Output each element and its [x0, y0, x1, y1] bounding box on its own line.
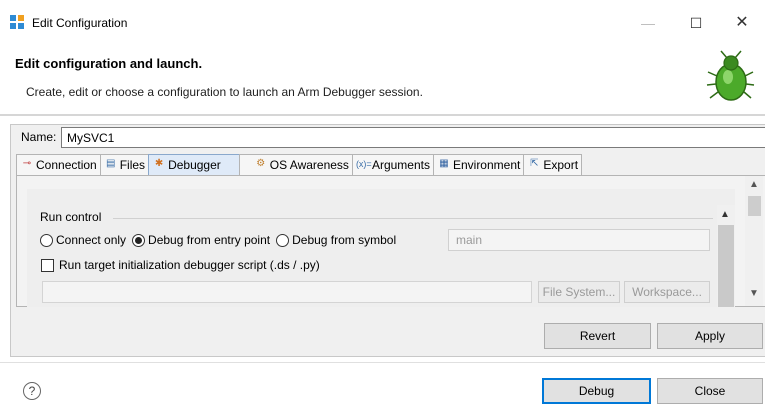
bug-icon: [706, 50, 755, 101]
window-title: Edit Configuration: [32, 16, 128, 30]
revert-button[interactable]: Revert: [544, 323, 651, 349]
script-path-field[interactable]: [42, 281, 532, 303]
tab-label: OS Awareness: [269, 158, 349, 172]
connect-only-radio[interactable]: Connect only: [40, 233, 126, 247]
tab-label: Environment: [452, 158, 521, 172]
debug-button[interactable]: Debug: [542, 378, 651, 404]
header-title: Edit configuration and launch.: [15, 56, 203, 71]
tab-os-awareness[interactable]: ⚙ OS Awareness: [238, 154, 353, 175]
os-awareness-icon: ⚙: [256, 158, 266, 169]
tab-arguments[interactable]: (x)= Arguments: [351, 154, 434, 175]
inner-scroll-up-icon[interactable]: ▲: [720, 209, 730, 220]
header-description: Create, edit or choose a configuration t…: [26, 85, 423, 99]
tab-label: Files: [119, 158, 146, 172]
group-divider: [113, 218, 713, 219]
inner-scrollbar-thumb[interactable]: [718, 225, 734, 307]
tab-bar: ⊸ Connection ▤ Files ✱ Debugger ⚙ OS Awa…: [16, 154, 583, 175]
export-icon: ⇱: [530, 158, 539, 169]
tab-debugger[interactable]: ✱ Debugger: [148, 154, 240, 175]
minimize-button[interactable]: —: [633, 8, 663, 38]
environment-icon: ▦: [439, 158, 449, 169]
inner-scrollbar[interactable]: ▲: [717, 205, 735, 307]
radio-label: Connect only: [56, 233, 127, 247]
file-system-button[interactable]: File System...: [538, 281, 620, 303]
panel-scrollbar[interactable]: ▲ ▼: [745, 176, 763, 306]
files-icon: ▤: [105, 158, 116, 169]
tab-label: Debugger: [168, 158, 221, 172]
init-script-checkbox-row[interactable]: Run target initialization debugger scrip…: [41, 258, 320, 272]
scroll-down-icon[interactable]: ▼: [749, 288, 759, 299]
debug-from-symbol-radio[interactable]: Debug from symbol: [276, 233, 396, 247]
init-script-label: Run target initialization debugger scrip…: [59, 258, 320, 272]
help-icon[interactable]: ?: [23, 382, 41, 400]
tab-label: Connection: [36, 158, 97, 172]
run-control-options: Connect only Debug from entry point Debu…: [40, 233, 402, 247]
radio-button[interactable]: [276, 233, 290, 247]
run-control-label: Run control: [40, 210, 102, 224]
radio-label: Debug from entry point: [148, 233, 271, 247]
tab-export[interactable]: ⇱ Export: [523, 154, 583, 175]
scroll-up-icon[interactable]: ▲: [749, 179, 759, 190]
scrollbar-thumb[interactable]: [748, 196, 761, 216]
debugger-icon: ✱: [154, 158, 164, 169]
tab-label: Arguments: [371, 158, 430, 172]
arguments-icon: (x)=: [355, 159, 372, 169]
app-icon: [10, 15, 24, 29]
header-separator: [0, 114, 765, 116]
tab-connection[interactable]: ⊸ Connection: [16, 154, 101, 175]
tab-label: Export: [543, 158, 579, 172]
window-close-button[interactable]: ✕: [727, 8, 757, 38]
name-label: Name:: [21, 130, 57, 144]
workspace-button[interactable]: Workspace...: [624, 281, 710, 303]
tab-files[interactable]: ▤ Files: [99, 154, 150, 175]
radio-label: Debug from symbol: [292, 233, 397, 247]
symbol-field[interactable]: main: [448, 229, 710, 251]
apply-button[interactable]: Apply: [657, 323, 763, 349]
connection-icon: ⊸: [22, 158, 32, 169]
radio-button-checked[interactable]: [132, 233, 146, 247]
tab-environment[interactable]: ▦ Environment: [432, 154, 525, 175]
debug-from-entry-radio[interactable]: Debug from entry point: [132, 233, 270, 247]
init-script-checkbox[interactable]: [41, 258, 54, 272]
dialog-header: Edit configuration and launch. Create, e…: [0, 46, 765, 114]
title-bar: Edit Configuration — ☐ ✕: [0, 0, 765, 46]
close-button[interactable]: Close: [657, 378, 763, 404]
radio-button[interactable]: [40, 233, 53, 247]
name-field[interactable]: MySVC1: [61, 127, 765, 148]
maximize-button[interactable]: ☐: [681, 8, 711, 38]
footer-separator: [0, 362, 765, 363]
